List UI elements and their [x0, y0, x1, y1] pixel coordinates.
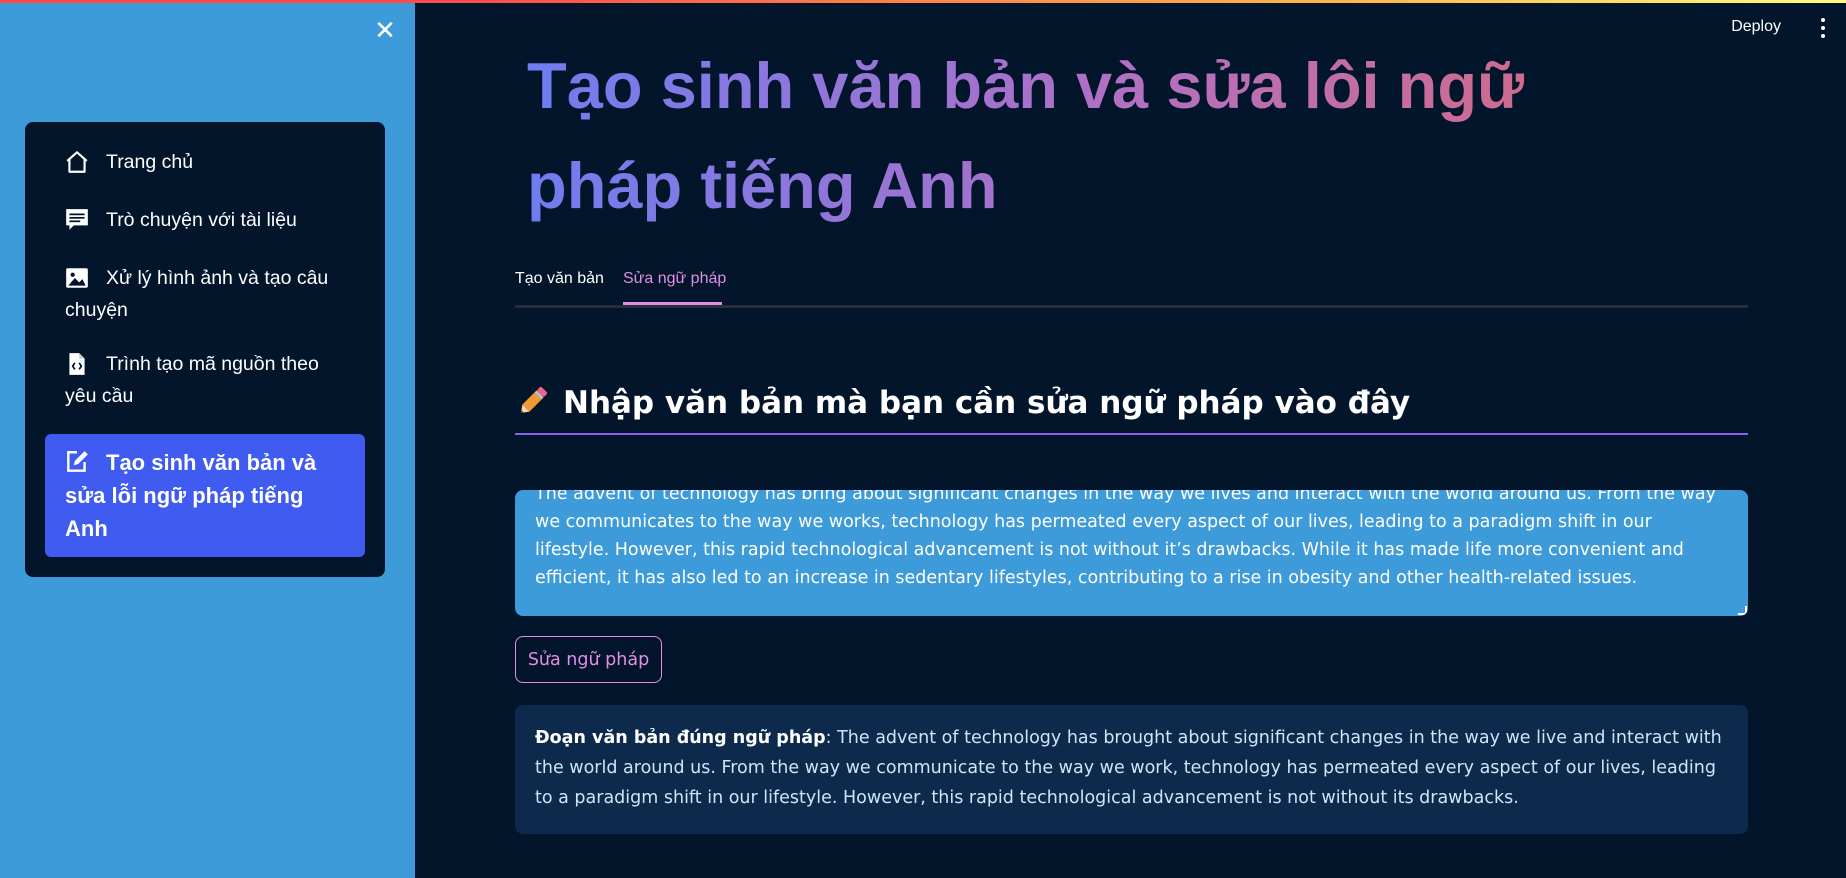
nav-item-label: Xử lý hình ảnh và tạo câu chuyện — [65, 267, 329, 321]
resize-handle[interactable] — [1738, 606, 1747, 615]
fix-grammar-button[interactable]: Sửa ngữ pháp — [515, 636, 662, 683]
section-heading: Nhập văn bản mà bạn cần sửa ngữ pháp vào… — [515, 378, 1748, 435]
nav-item-image-story[interactable]: Xử lý hình ảnh và tạo câu chuyện — [45, 262, 365, 326]
active-tab-indicator — [623, 302, 722, 305]
home-icon — [66, 151, 88, 173]
nav-item-label: Trang chủ — [106, 151, 194, 173]
chat-icon — [66, 209, 88, 230]
section-heading-text: Nhập văn bản mà bạn cần sửa ngữ pháp vào… — [563, 385, 1411, 421]
tab-generate-text[interactable]: Tạo văn bản — [515, 270, 604, 288]
nav-item-code-generator[interactable]: Trình tạo mã nguồn theo yêu cầu — [45, 348, 365, 412]
top-decoration-bar — [0, 0, 1846, 3]
option-menu: Trang chủ Trò chuyện với tài liệu Xử lý … — [25, 122, 385, 577]
sidebar: ✕ Trang chủ Trò chuyện với tài liệu Xử l… — [0, 0, 415, 878]
grammar-input-textarea[interactable]: The advent of technology has bring about… — [515, 490, 1748, 616]
grammar-input-text: The advent of technology has bring about… — [535, 490, 1716, 588]
nav-item-label: Tạo sinh văn bản và sửa lỗi ngữ pháp tiế… — [65, 450, 317, 541]
nav-item-label: Trò chuyện với tài liệu — [106, 209, 297, 231]
main-content: Deploy Tạo sinh văn bản và sửa lôi ngữ p… — [415, 0, 1846, 878]
nav-item-text-grammar[interactable]: Tạo sinh văn bản và sửa lỗi ngữ pháp tiế… — [45, 434, 365, 557]
deploy-button[interactable]: Deploy — [1731, 18, 1781, 36]
nav-item-label: Trình tạo mã nguồn theo yêu cầu — [65, 353, 319, 407]
image-icon — [66, 268, 88, 288]
nav-item-home[interactable]: Trang chủ — [45, 146, 365, 178]
code-file-icon — [69, 353, 85, 375]
kebab-menu-icon[interactable] — [1819, 18, 1827, 40]
tab-grammar-fix[interactable]: Sửa ngữ pháp — [623, 270, 726, 288]
edit-icon — [67, 451, 88, 472]
page-title: Tạo sinh văn bản và sửa lôi ngữ pháp tiế… — [527, 36, 1677, 236]
close-sidebar-button[interactable]: ✕ — [372, 18, 398, 44]
result-label: Đoạn văn bản đúng ngữ pháp — [535, 728, 826, 748]
nav-item-chat-docs[interactable]: Trò chuyện với tài liệu — [45, 204, 365, 236]
pencil-icon — [520, 386, 548, 413]
tab-bar: Tạo văn bản Sửa ngữ pháp — [515, 260, 1748, 308]
result-box: Đoạn văn bản đúng ngữ pháp: The advent o… — [515, 705, 1748, 834]
